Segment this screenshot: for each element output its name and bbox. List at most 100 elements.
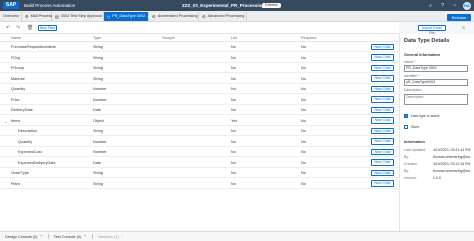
help-icon[interactable]: ? [439, 3, 446, 10]
field-list: No [231, 129, 236, 133]
field-name: Quantity [11, 87, 26, 91]
chevron-down-icon[interactable]: ⌄ [4, 119, 7, 124]
new-child-button[interactable]: New Child [371, 169, 394, 176]
name-field[interactable]: PR_DataType 0002 [404, 65, 468, 72]
table-row[interactable]: Quantity Number No No New Child [0, 84, 399, 94]
console-bar: Design Console (0) ⌃ Test Console (0) ⌃ … [0, 231, 474, 241]
field-type: String [93, 66, 103, 70]
field-type: Number [93, 150, 107, 154]
table-row[interactable]: ExpectedDeliveryDate Date No No New Child [0, 158, 399, 168]
field-name: DeliveryDate [11, 108, 33, 112]
table-row[interactable]: DeliveryDate Date No No New Child [0, 105, 399, 115]
field-list: No [231, 66, 236, 70]
field-name: Quantity [18, 139, 33, 144]
test-console-tab[interactable]: Test Console (0) ⌃ [49, 234, 92, 240]
field-name: Price [11, 97, 20, 102]
tab-advanced-processing[interactable]: ⚙ Advanced Processing [199, 12, 247, 21]
datatype-icon: ◇ [107, 14, 111, 19]
information-heading: Information [404, 140, 425, 144]
field-type: String [93, 181, 103, 186]
table-row[interactable]: OrderType String No No New Child [0, 168, 399, 178]
tab-label: Mail Process [30, 14, 53, 18]
table-row[interactable]: Quantity Number No No New Child [0, 137, 399, 147]
tab-accelerated-processing[interactable]: ⚙ Accelerated Processing [149, 12, 199, 21]
store-checkbox-label: Store [411, 125, 420, 129]
form-icon: ▤ [55, 14, 59, 19]
table-row[interactable]: Price Number No No New Child [0, 95, 399, 105]
new-child-button[interactable]: New Child [371, 96, 394, 103]
identifier-field[interactable]: pR_DataType0002 [404, 79, 468, 86]
process-icon: ⚙ [152, 14, 156, 19]
new-child-button[interactable]: New Child [371, 138, 394, 145]
table-row[interactable]: ⌄ Items Object Yes No New Child [0, 116, 399, 126]
user-avatar[interactable]: RA [463, 2, 471, 10]
name-label: Name * [404, 60, 416, 64]
new-child-button[interactable]: New Child [371, 180, 394, 187]
column-header-required: Required [301, 36, 317, 40]
shell-bar: SAP Build Process Automation ZZZ_03_Expe… [0, 0, 474, 11]
field-name: Plant [11, 181, 20, 186]
field-list: No [231, 171, 236, 175]
field-name: OrderType [11, 171, 29, 175]
info-value: thomas.wimmering@sa... [433, 155, 473, 159]
notifications-icon[interactable]: ◔ [451, 3, 458, 10]
delete-icon[interactable]: 🗑 [27, 25, 33, 31]
field-list: No [231, 45, 236, 49]
new-child-button[interactable]: New Child [371, 85, 394, 92]
table-row[interactable]: PGroup String No No New Child [0, 63, 399, 73]
field-list: No [231, 97, 236, 102]
field-list: No [231, 181, 236, 186]
field-required: No [301, 181, 306, 186]
release-button[interactable]: Release [447, 13, 471, 21]
tab-pr-datatype[interactable]: ◇ PR_DataType 0002 × [104, 12, 150, 21]
info-value: 1.0.0 [433, 176, 441, 180]
tab-label: PR_DataType 0002 [112, 14, 146, 18]
new-child-button[interactable]: New Child [371, 64, 394, 71]
field-type: String [93, 171, 103, 175]
info-value: 4/10/2023, 03:12:16 PM [433, 162, 471, 166]
new-child-button[interactable]: New Child [371, 127, 394, 134]
new-field-button[interactable]: New Field [38, 25, 57, 31]
new-child-button[interactable]: New Child [371, 54, 394, 61]
table-row[interactable]: PurchaseRequisitionName String No No New Chi… [0, 42, 399, 52]
redo-icon[interactable]: ↷ [16, 25, 20, 31]
column-header-sample: Sample [162, 36, 175, 40]
field-type: Date [93, 160, 102, 165]
variables-tab[interactable]: Variables (1) ⌃ [93, 234, 129, 240]
field-required: No [301, 55, 306, 60]
new-child-button[interactable]: New Child [371, 148, 394, 155]
table-row[interactable]: Material String No No New Child [0, 74, 399, 84]
tab-test-step-approval[interactable]: ▤ 0002 Test Step Approval [52, 12, 104, 21]
field-required: No [301, 150, 306, 154]
field-list: No [231, 87, 236, 91]
field-required: No [301, 97, 306, 102]
process-icon: ⚙ [25, 14, 29, 19]
table-row[interactable]: POrg String No No New Child [0, 53, 399, 63]
undo-icon[interactable]: ↶ [6, 25, 10, 31]
import-excel-button[interactable]: Import Excel File [418, 25, 446, 35]
search-icon[interactable]: ⌕ [427, 3, 434, 10]
new-child-button[interactable]: New Child [371, 159, 394, 166]
table-row[interactable]: ExpectedCost Number No No New Child [0, 147, 399, 157]
tab-mail-process[interactable]: ⚙ Mail Process [22, 12, 52, 21]
table-header: Name Type Sample List Required [0, 34, 399, 42]
field-list: No [231, 55, 236, 60]
new-child-button[interactable]: New Child [371, 43, 394, 50]
info-value: thomas.wimmering@sa... [433, 169, 473, 173]
design-console-tab[interactable]: Design Console (0) ⌃ [0, 234, 48, 240]
new-child-button[interactable]: New Child [371, 106, 394, 113]
tab-overview[interactable]: Overview [0, 12, 22, 21]
store-checkbox[interactable] [404, 125, 408, 129]
close-panel-icon[interactable]: ✕ [462, 25, 465, 30]
table-toolbar: ↶ ↷ 🗑 New Field [0, 22, 399, 34]
description-field[interactable]: Description [404, 94, 468, 105]
active-checkbox[interactable]: ✓ [404, 114, 408, 118]
table-row[interactable]: Plant String No No New Child [0, 179, 399, 189]
new-child-button[interactable]: New Child [371, 75, 394, 82]
field-list: No [231, 150, 236, 154]
tab-label: Advanced Processing [207, 14, 245, 18]
new-child-button[interactable]: New Child [371, 117, 394, 124]
field-required: No [301, 139, 306, 144]
table-row[interactable]: Description String No No New Child [0, 126, 399, 136]
active-checkbox-label: Data type is active [411, 114, 440, 118]
